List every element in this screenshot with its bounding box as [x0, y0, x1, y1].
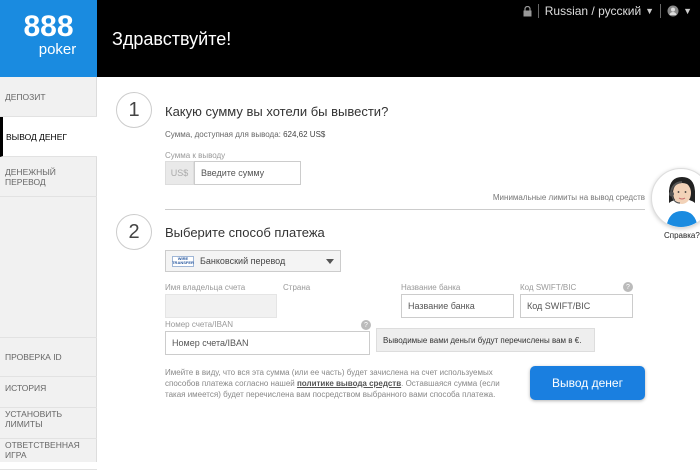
- min-limits-link[interactable]: Минимальные лимиты на вывод средств: [493, 193, 645, 202]
- brand-logo[interactable]: 888 poker: [0, 0, 97, 77]
- available-amount: Сумма, доступная для вывода: 624,62 US$: [165, 130, 325, 139]
- sidebar-nav: ДЕПОЗИТ ВЫВОД ДЕНЕГ ДЕНЕЖНЫЙ ПЕРЕВОД ПРО…: [0, 77, 97, 462]
- section-divider: [165, 209, 645, 210]
- sidebar-item-withdraw[interactable]: ВЫВОД ДЕНЕГ: [0, 117, 97, 157]
- sidebar-item-transfer[interactable]: ДЕНЕЖНЫЙ ПЕРЕВОД: [0, 157, 97, 197]
- amount-input[interactable]: Введите сумму: [194, 161, 301, 185]
- holder-label: Имя владельца счета: [165, 283, 245, 292]
- divider: [660, 4, 661, 18]
- logo-number: 888: [0, 0, 97, 42]
- chevron-down-icon: ▼: [683, 6, 692, 16]
- withdrawal-policy-link[interactable]: политике вывода средств: [297, 379, 401, 388]
- top-utility-bar: Russian / русский ▼ ▼: [523, 4, 692, 18]
- chevron-down-icon: ▼: [645, 6, 654, 16]
- step-1-number: 1: [116, 92, 152, 128]
- withdrawal-policy-note: Имейте в виду, что вся эта сумма (или ее…: [165, 367, 510, 400]
- chevron-down-icon: [326, 259, 334, 264]
- support-avatar[interactable]: [651, 168, 700, 228]
- help-icon[interactable]: ?: [623, 282, 633, 292]
- swift-label: Код SWIFT/BIC: [520, 283, 576, 292]
- withdraw-button[interactable]: Вывод денег: [530, 366, 645, 400]
- step-1-title: Какую сумму вы хотели бы вывести?: [165, 104, 388, 119]
- currency-notice: Выводимые вами деньги будут перечислены …: [376, 328, 595, 352]
- divider: [538, 4, 539, 18]
- support-agent-icon: [652, 169, 700, 228]
- swift-input[interactable]: Код SWIFT/BIC: [520, 294, 633, 318]
- bank-label: Название банка: [401, 283, 460, 292]
- sidebar-item-deposit[interactable]: ДЕПОЗИТ: [0, 77, 97, 117]
- wire-transfer-icon: WIRE TRANSFER: [172, 256, 194, 267]
- available-value: 624,62 US$: [283, 130, 325, 139]
- currency-box: US$: [165, 161, 194, 185]
- payment-method-select[interactable]: WIRE TRANSFER Банковский перевод: [165, 250, 341, 272]
- holder-field: [165, 294, 277, 318]
- account-menu[interactable]: ▼: [667, 5, 692, 17]
- bank-name-input[interactable]: Название банка: [401, 294, 514, 318]
- help-icon[interactable]: ?: [361, 320, 371, 330]
- lock-icon: [523, 6, 532, 17]
- payment-method-value: Банковский перевод: [200, 256, 285, 266]
- sidebar-item-responsible-gaming[interactable]: ОТВЕТСТВЕННАЯ ИГРА: [0, 430, 97, 470]
- country-label: Страна: [283, 283, 310, 292]
- language-label: Russian / русский: [545, 4, 641, 18]
- user-icon: [667, 5, 679, 17]
- language-selector[interactable]: Russian / русский ▼: [545, 4, 654, 18]
- page-greeting: Здравствуйте!: [112, 29, 231, 50]
- logo-word: poker: [18, 42, 97, 57]
- step-2-number: 2: [116, 214, 152, 250]
- step-2-title: Выберите способ платежа: [165, 225, 325, 240]
- available-label: Сумма, доступная для вывода:: [165, 130, 281, 139]
- header-bar: 888 poker Здравствуйте! Russian / русски…: [0, 0, 700, 77]
- iban-input[interactable]: Номер счета/IBAN: [165, 331, 370, 355]
- country-field: [283, 294, 395, 318]
- support-label[interactable]: Справка?: [664, 231, 700, 240]
- iban-label: Номер счета/IBAN: [165, 320, 233, 329]
- amount-label: Сумма к выводу: [165, 151, 225, 160]
